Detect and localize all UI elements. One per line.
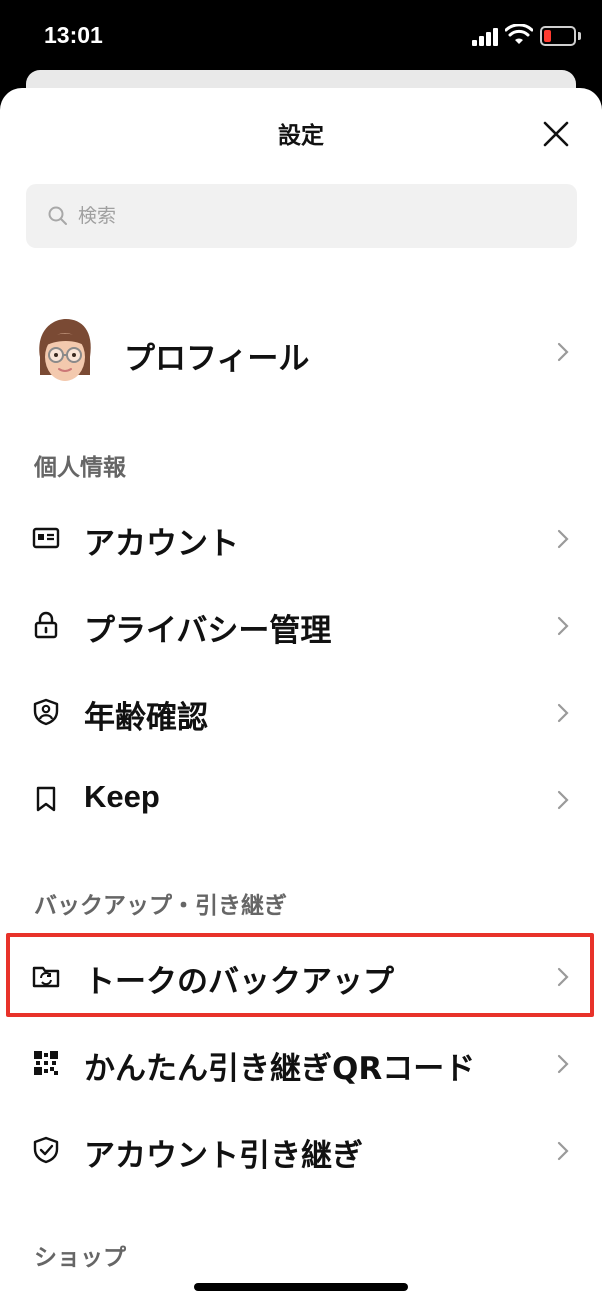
chevron-right-icon xyxy=(557,1141,569,1161)
section-header-shop: ショップ xyxy=(34,1245,126,1271)
menu-item-age-verification[interactable]: 年齢確認 xyxy=(0,674,602,750)
shield-check-icon xyxy=(33,1136,59,1164)
profile-row[interactable]: プロフィール xyxy=(0,313,602,395)
status-time: 13:01 xyxy=(44,22,103,48)
section-header-personal: 個人情報 xyxy=(34,455,126,481)
lock-icon xyxy=(34,611,58,639)
menu-item-label: Keep xyxy=(84,779,160,814)
battery-icon xyxy=(540,26,576,46)
menu-item-label: アカウント xyxy=(84,526,239,562)
close-icon[interactable] xyxy=(536,114,576,154)
bookmark-icon xyxy=(36,786,56,812)
menu-item-label: アカウント引き継ぎ xyxy=(84,1138,363,1174)
menu-item-keep[interactable]: Keep xyxy=(0,761,602,837)
chevron-right-icon xyxy=(557,703,569,723)
home-indicator[interactable] xyxy=(194,1283,408,1291)
highlight-box xyxy=(6,933,594,1017)
menu-item-label: かんたん引き継ぎQRコード xyxy=(84,1051,476,1087)
search-icon xyxy=(48,206,67,225)
shield-user-icon xyxy=(33,698,59,726)
chevron-right-icon xyxy=(557,790,569,810)
search-input[interactable] xyxy=(78,194,558,238)
id-card-icon xyxy=(32,527,60,549)
menu-item-qr-transfer[interactable]: かんたん引き継ぎQRコード xyxy=(0,1025,602,1101)
menu-item-account[interactable]: アカウント xyxy=(0,500,602,576)
chevron-right-icon xyxy=(557,1054,569,1074)
wifi-icon xyxy=(505,24,533,44)
avatar xyxy=(39,319,91,381)
menu-item-label: 年齢確認 xyxy=(84,700,208,736)
menu-item-privacy[interactable]: プライバシー管理 xyxy=(0,587,602,663)
chevron-right-icon xyxy=(557,529,569,549)
menu-item-account-transfer[interactable]: アカウント引き継ぎ xyxy=(0,1112,602,1188)
chevron-right-icon xyxy=(557,342,569,362)
qr-code-icon xyxy=(34,1051,58,1075)
battery-cap xyxy=(578,32,581,40)
section-header-backup: バックアップ・引き継ぎ xyxy=(34,893,287,919)
menu-item-label: プライバシー管理 xyxy=(84,613,332,649)
signal-icon xyxy=(472,28,500,46)
status-bar: 13:01 xyxy=(0,0,602,80)
settings-sheet: 設定 プロフィール 個人情報 ア xyxy=(0,88,602,1303)
profile-label: プロフィール xyxy=(124,341,310,377)
chevron-right-icon xyxy=(557,616,569,636)
page-title: 設定 xyxy=(278,123,324,149)
search-bar[interactable] xyxy=(26,184,577,248)
